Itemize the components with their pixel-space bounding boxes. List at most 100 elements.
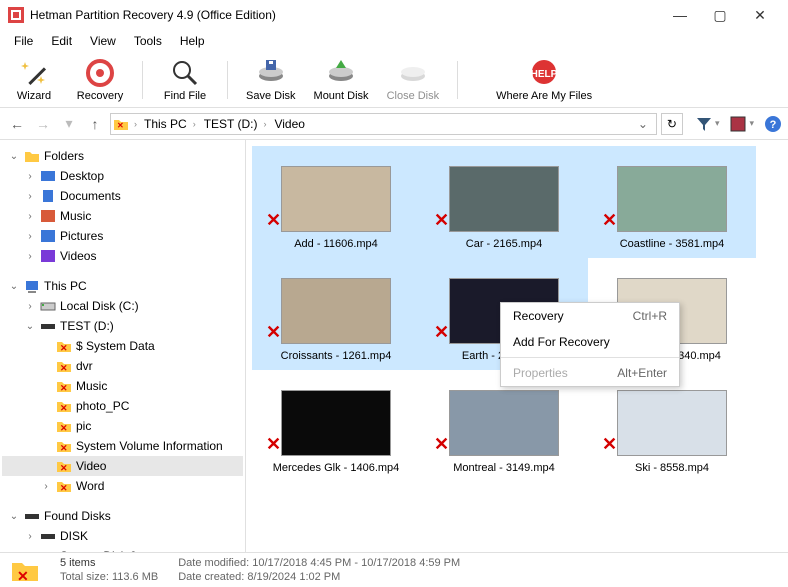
svg-text:HELP: HELP [531, 69, 558, 80]
context-menu: RecoveryCtrl+R Add For Recovery Properti… [500, 302, 680, 387]
toolbar: Wizard Recovery Find File Save Disk Moun… [0, 52, 788, 108]
tree-thispc[interactable]: ⌄This PC [2, 276, 243, 296]
crumb-test[interactable]: TEST (D:)› [200, 117, 271, 131]
file-thumbnail [281, 166, 391, 232]
file-item[interactable]: ✕ Add - 11606.mp4 [252, 146, 420, 258]
file-thumbnail [617, 390, 727, 456]
sidebar: ⌄Folders ›Desktop ›Documents ›Music ›Pic… [0, 140, 246, 552]
statusbar: ✕ 5 items Total size: 113.6 MB Date modi… [0, 552, 788, 587]
file-name: Mercedes Glk - 1406.mp4 [273, 462, 400, 474]
file-item[interactable]: ✕Coastline - 3581.mp4 [588, 146, 756, 258]
svg-text:✕: ✕ [60, 483, 68, 493]
svg-text:?: ? [770, 119, 777, 131]
nav-forward-button: → [32, 113, 54, 135]
tree-documents[interactable]: ›Documents [2, 186, 243, 206]
refresh-button[interactable]: ↻ [661, 113, 683, 135]
deleted-icon: ✕ [266, 322, 284, 340]
folder-icon: ✕ [113, 117, 129, 131]
crumb-video[interactable]: Video [270, 117, 308, 131]
tree-localc[interactable]: ›Local Disk (C:) [2, 296, 243, 316]
tree-folders[interactable]: ⌄Folders [2, 146, 243, 166]
file-item[interactable]: ✕Croissants - 1261.mp4 [252, 258, 420, 370]
nav-up-button[interactable]: ↑ [84, 113, 106, 135]
menu-view[interactable]: View [82, 32, 124, 50]
savedisk-icon [256, 58, 286, 88]
tree-systemdata[interactable]: ✕$ System Data [2, 336, 243, 356]
wizard-icon [19, 58, 49, 88]
svg-text:✕: ✕ [60, 463, 68, 473]
tree-videos[interactable]: ›Videos [2, 246, 243, 266]
tree-dvr[interactable]: ✕dvr [2, 356, 243, 376]
file-name: Add - 11606.mp4 [294, 238, 378, 250]
file-thumbnail [281, 278, 391, 344]
breadcrumb[interactable]: ✕ › This PC› TEST (D:)› Video ⌄ [110, 113, 657, 135]
file-grid[interactable]: ✕Add - 11606.mp4✕Car - 2165.mp4✕Coastlin… [246, 140, 788, 552]
minimize-button[interactable]: — [660, 1, 700, 29]
deleted-icon: ✕ [602, 210, 620, 228]
crumb-dropdown[interactable]: ⌄ [632, 117, 654, 131]
tree-founddisks[interactable]: ⌄Found Disks [2, 506, 243, 526]
ctx-properties: PropertiesAlt+Enter [501, 360, 679, 386]
maximize-button[interactable]: ▢ [700, 1, 740, 29]
close-button[interactable]: ✕ [740, 1, 780, 29]
deleted-icon: ✕ [434, 210, 452, 228]
file-name: Car - 2165.mp4 [466, 238, 542, 250]
status-folder-icon: ✕ [10, 557, 40, 583]
findfile-icon [170, 58, 200, 88]
savedisk-button[interactable]: Save Disk [246, 58, 296, 102]
mountdisk-button[interactable]: Mount Disk [314, 58, 369, 102]
svg-text:✕: ✕ [60, 443, 68, 453]
filter-icon[interactable] [695, 115, 713, 133]
tree-music[interactable]: ›Music [2, 206, 243, 226]
tree-testd[interactable]: ⌄TEST (D:) [2, 316, 243, 336]
status-item-count: 5 items [60, 557, 158, 569]
tree-sysdisk0[interactable]: ›System Disk 0 [2, 546, 243, 552]
help-icon: HELP [529, 58, 559, 88]
tree-word[interactable]: ›✕Word [2, 476, 243, 496]
nav-history-button[interactable]: ▾ [58, 113, 80, 135]
closedisk-icon [398, 58, 428, 88]
ctx-add-for-recovery[interactable]: Add For Recovery [501, 329, 679, 355]
crumb-thispc[interactable]: This PC› [140, 117, 200, 131]
menu-help[interactable]: Help [172, 32, 213, 50]
ctx-recovery[interactable]: RecoveryCtrl+R [501, 303, 679, 329]
tree-pictures[interactable]: ›Pictures [2, 226, 243, 246]
tree-photopc[interactable]: ✕photo_PC [2, 396, 243, 416]
svg-text:✕: ✕ [17, 568, 29, 583]
app-title: Hetman Partition Recovery 4.9 (Office Ed… [30, 8, 660, 22]
wherearemyfiles-button[interactable]: HELP Where Are My Files [496, 58, 592, 102]
tree-disk[interactable]: ›DISK [2, 526, 243, 546]
file-thumbnail [281, 390, 391, 456]
file-thumbnail [449, 390, 559, 456]
file-name: Coastline - 3581.mp4 [620, 238, 725, 250]
tree-music2[interactable]: ✕Music [2, 376, 243, 396]
titlebar: Hetman Partition Recovery 4.9 (Office Ed… [0, 0, 788, 30]
tree-video[interactable]: ✕Video [2, 456, 243, 476]
file-item[interactable]: ✕ Car - 2165.mp4 [420, 146, 588, 258]
mountdisk-icon [326, 58, 356, 88]
menu-tools[interactable]: Tools [126, 32, 170, 50]
svg-text:✕: ✕ [117, 121, 124, 130]
recovery-icon [85, 58, 115, 88]
svg-text:✕: ✕ [60, 383, 68, 393]
file-item[interactable]: ✕ Mercedes Glk - 1406.mp4 [252, 370, 420, 482]
help-small-icon[interactable]: ? [764, 115, 782, 133]
menu-file[interactable]: File [6, 32, 41, 50]
nav-back-button[interactable]: ← [6, 113, 28, 135]
deleted-icon: ✕ [266, 210, 284, 228]
deleted-icon: ✕ [266, 434, 284, 452]
file-thumbnail [617, 166, 727, 232]
view-icon[interactable] [729, 115, 747, 133]
findfile-button[interactable]: Find File [161, 58, 209, 102]
tree-pic[interactable]: ✕pic [2, 416, 243, 436]
closedisk-button: Close Disk [387, 58, 440, 102]
tree-desktop[interactable]: ›Desktop [2, 166, 243, 186]
deleted-icon: ✕ [434, 322, 452, 340]
recovery-button[interactable]: Recovery [76, 58, 124, 102]
svg-text:✕: ✕ [60, 343, 68, 353]
deleted-icon: ✕ [434, 434, 452, 452]
menu-edit[interactable]: Edit [43, 32, 80, 50]
tree-sysvol[interactable]: ✕System Volume Information [2, 436, 243, 456]
file-thumbnail [449, 166, 559, 232]
wizard-button[interactable]: Wizard [10, 58, 58, 102]
